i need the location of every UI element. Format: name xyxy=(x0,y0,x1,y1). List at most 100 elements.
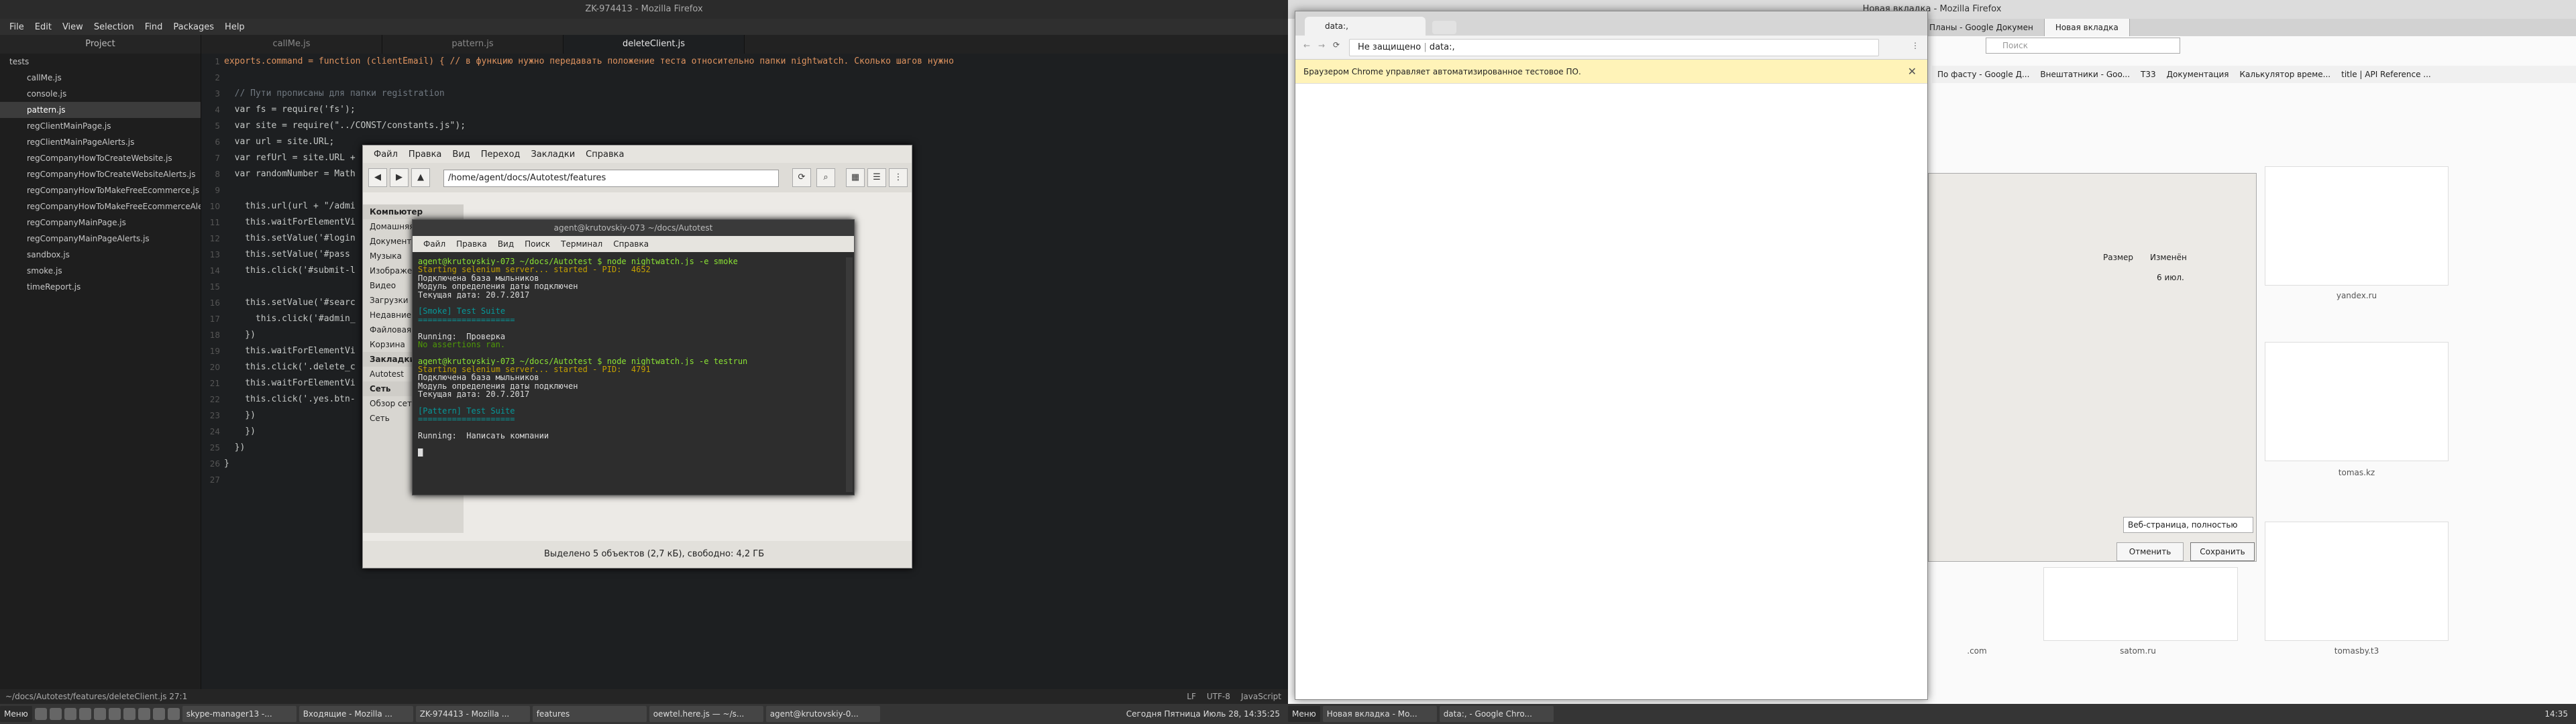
launcher-icon[interactable] xyxy=(93,708,106,720)
forward-icon[interactable]: → xyxy=(1318,41,1325,50)
menu-item[interactable]: View xyxy=(57,22,89,32)
launcher-icon[interactable] xyxy=(49,708,62,720)
taskbar-window[interactable]: Входящие - Mozilla ... xyxy=(299,706,413,722)
editor-tab[interactable]: pattern.js xyxy=(382,35,564,54)
status-item[interactable]: LF xyxy=(1187,692,1196,701)
tree-file[interactable]: sandbox.js xyxy=(0,247,201,263)
line-number: 17 xyxy=(209,314,220,324)
status-item[interactable]: UTF-8 xyxy=(1207,692,1230,701)
menu-item[interactable]: Поиск xyxy=(519,239,555,249)
launcher-icon[interactable] xyxy=(167,708,180,720)
tree-file[interactable]: regCompanyHowToCreateWebsiteAlerts.js xyxy=(0,166,201,182)
menu-item[interactable]: Терминал xyxy=(555,239,608,249)
compact-view-icon[interactable]: ⋮ xyxy=(889,168,908,187)
menu-item[interactable]: Вид xyxy=(492,239,519,249)
terminal-scrollbar[interactable] xyxy=(846,257,853,492)
tree-file[interactable]: regClientMainPageAlerts.js xyxy=(0,134,201,150)
terminal-window[interactable]: agent@krutovskiy-073 ~/docs/Autotest Фай… xyxy=(412,219,855,495)
reload-icon[interactable]: ⟳ xyxy=(792,168,811,187)
firefox-tab[interactable]: Новая вкладка xyxy=(2044,19,2130,36)
menu-item[interactable]: Справка xyxy=(608,239,654,249)
cancel-button[interactable]: Отменить xyxy=(2116,542,2184,561)
launcher-icon[interactable] xyxy=(108,708,121,720)
launcher-icon[interactable] xyxy=(123,708,136,720)
menu-item[interactable]: Правка xyxy=(451,239,492,249)
tree-file[interactable]: regCompanyMainPageAlerts.js xyxy=(0,231,201,247)
launcher-icon[interactable] xyxy=(152,708,165,720)
tree-file[interactable]: regCompanyHowToMakeFreeEcommerce.js xyxy=(0,182,201,198)
taskbar-window[interactable]: Новая вкладка - Mo... xyxy=(1322,706,1437,722)
chrome-address-bar[interactable]: Не защищено | data:, xyxy=(1349,39,1879,56)
menu-item[interactable]: Переход xyxy=(476,149,526,160)
menu-item[interactable]: Файл xyxy=(418,239,451,249)
tree-folder[interactable]: tests xyxy=(0,54,201,70)
tile-satom[interactable] xyxy=(2043,567,2238,641)
taskbar-window[interactable]: ZK-974413 - Mozilla ... xyxy=(415,706,530,722)
menu-item[interactable]: Packages xyxy=(168,22,219,32)
tree-file[interactable]: callMe.js xyxy=(0,70,201,86)
terminal-output[interactable]: agent@krutovskiy-073 ~/docs/Autotest $ n… xyxy=(418,257,841,492)
editor-tab[interactable]: deleteClient.js xyxy=(564,35,745,54)
taskbar-window[interactable]: oewtel.here.js — ~/s... xyxy=(649,706,763,722)
menu-item[interactable]: Вид xyxy=(447,149,475,160)
bookmark-item[interactable]: Документация xyxy=(2161,70,2235,79)
launcher-icon[interactable] xyxy=(78,708,91,720)
chrome-tab[interactable]: data:, xyxy=(1305,17,1426,36)
menu-item[interactable]: Справка xyxy=(580,149,629,160)
tile-yandex[interactable] xyxy=(2265,166,2449,286)
tree-file[interactable]: regCompanyHowToMakeFreeEcommerceAle xyxy=(0,198,201,215)
menu-item[interactable]: Edit xyxy=(30,22,57,32)
save-button[interactable]: Сохранить xyxy=(2190,542,2255,561)
back-icon[interactable]: ◀ xyxy=(368,168,387,187)
editor-tab[interactable]: callMe.js xyxy=(201,35,382,54)
new-tab-button[interactable] xyxy=(1432,21,1456,34)
save-type-select[interactable]: Веб-страница, полностью xyxy=(2123,517,2253,533)
menu-item[interactable]: Правка xyxy=(403,149,447,160)
forward-icon[interactable]: ▶ xyxy=(390,168,409,187)
search-icon[interactable]: ⌕ xyxy=(816,168,835,187)
firefox-tab[interactable]: Планы - Google Докумен xyxy=(1919,19,2045,36)
tree-file[interactable]: console.js xyxy=(0,86,201,102)
launcher-icon[interactable] xyxy=(138,708,150,720)
menu-item[interactable]: Find xyxy=(140,22,168,32)
col-changed[interactable]: Изменён xyxy=(2150,253,2187,262)
tree-file[interactable]: pattern.js xyxy=(0,102,201,118)
bookmark-item[interactable]: title | API Reference ... xyxy=(2336,70,2436,79)
menu-item[interactable]: Файл xyxy=(368,149,403,160)
start-menu-button[interactable]: Меню xyxy=(1288,706,1320,722)
tree-file[interactable]: smoke.js xyxy=(0,263,201,279)
bookmark-item[interactable]: По фасту - Google Д... xyxy=(1932,70,2035,79)
location-path-input[interactable]: /home/agent/docs/Autotest/features xyxy=(443,170,779,187)
firefox-search-input[interactable]: Поиск xyxy=(1986,38,2180,54)
col-size[interactable]: Размер xyxy=(2103,253,2133,262)
tile-tomasby[interactable] xyxy=(2265,522,2449,641)
status-item[interactable]: JavaScript xyxy=(1241,692,1281,701)
tile-tomas-kz[interactable] xyxy=(2265,342,2449,461)
tree-file[interactable]: regClientMainPage.js xyxy=(0,118,201,134)
menu-item[interactable]: File xyxy=(4,22,30,32)
menu-icon[interactable]: ⋮ xyxy=(1911,41,1919,50)
bookmark-item[interactable]: Внештатники - Goo... xyxy=(2035,70,2135,79)
tree-file[interactable]: regCompanyMainPage.js xyxy=(0,215,201,231)
launcher-icon[interactable] xyxy=(64,708,76,720)
list-view-icon[interactable]: ☰ xyxy=(867,168,886,187)
bookmark-item[interactable]: Калькулятор време... xyxy=(2235,70,2337,79)
menu-item[interactable]: Закладки xyxy=(525,149,580,160)
taskbar-window[interactable]: features xyxy=(532,706,647,722)
launcher-icon[interactable] xyxy=(34,708,47,720)
grid-view-icon[interactable]: ▦ xyxy=(846,168,865,187)
tree-file[interactable]: regCompanyHowToCreateWebsite.js xyxy=(0,150,201,166)
tree-file[interactable]: timeReport.js xyxy=(0,279,201,295)
bookmark-item[interactable]: T33 xyxy=(2135,70,2161,79)
taskbar-window[interactable]: skype-manager13 -... xyxy=(182,706,297,722)
menu-item[interactable]: Help xyxy=(219,22,250,32)
start-menu-button[interactable]: Меню xyxy=(0,706,32,722)
taskbar-window[interactable]: agent@krutovskiy-0... xyxy=(765,706,880,722)
taskbar-window[interactable]: data:, - Google Chro... xyxy=(1439,706,1554,722)
back-icon[interactable]: ← xyxy=(1303,41,1310,50)
close-icon[interactable]: ✕ xyxy=(1908,60,1917,84)
status-file-path[interactable]: ~/docs/Autotest/features/deleteClient.js… xyxy=(0,692,187,701)
reload-icon[interactable]: ⟳ xyxy=(1333,40,1340,50)
menu-item[interactable]: Selection xyxy=(89,22,140,32)
up-icon[interactable]: ▲ xyxy=(411,168,430,187)
